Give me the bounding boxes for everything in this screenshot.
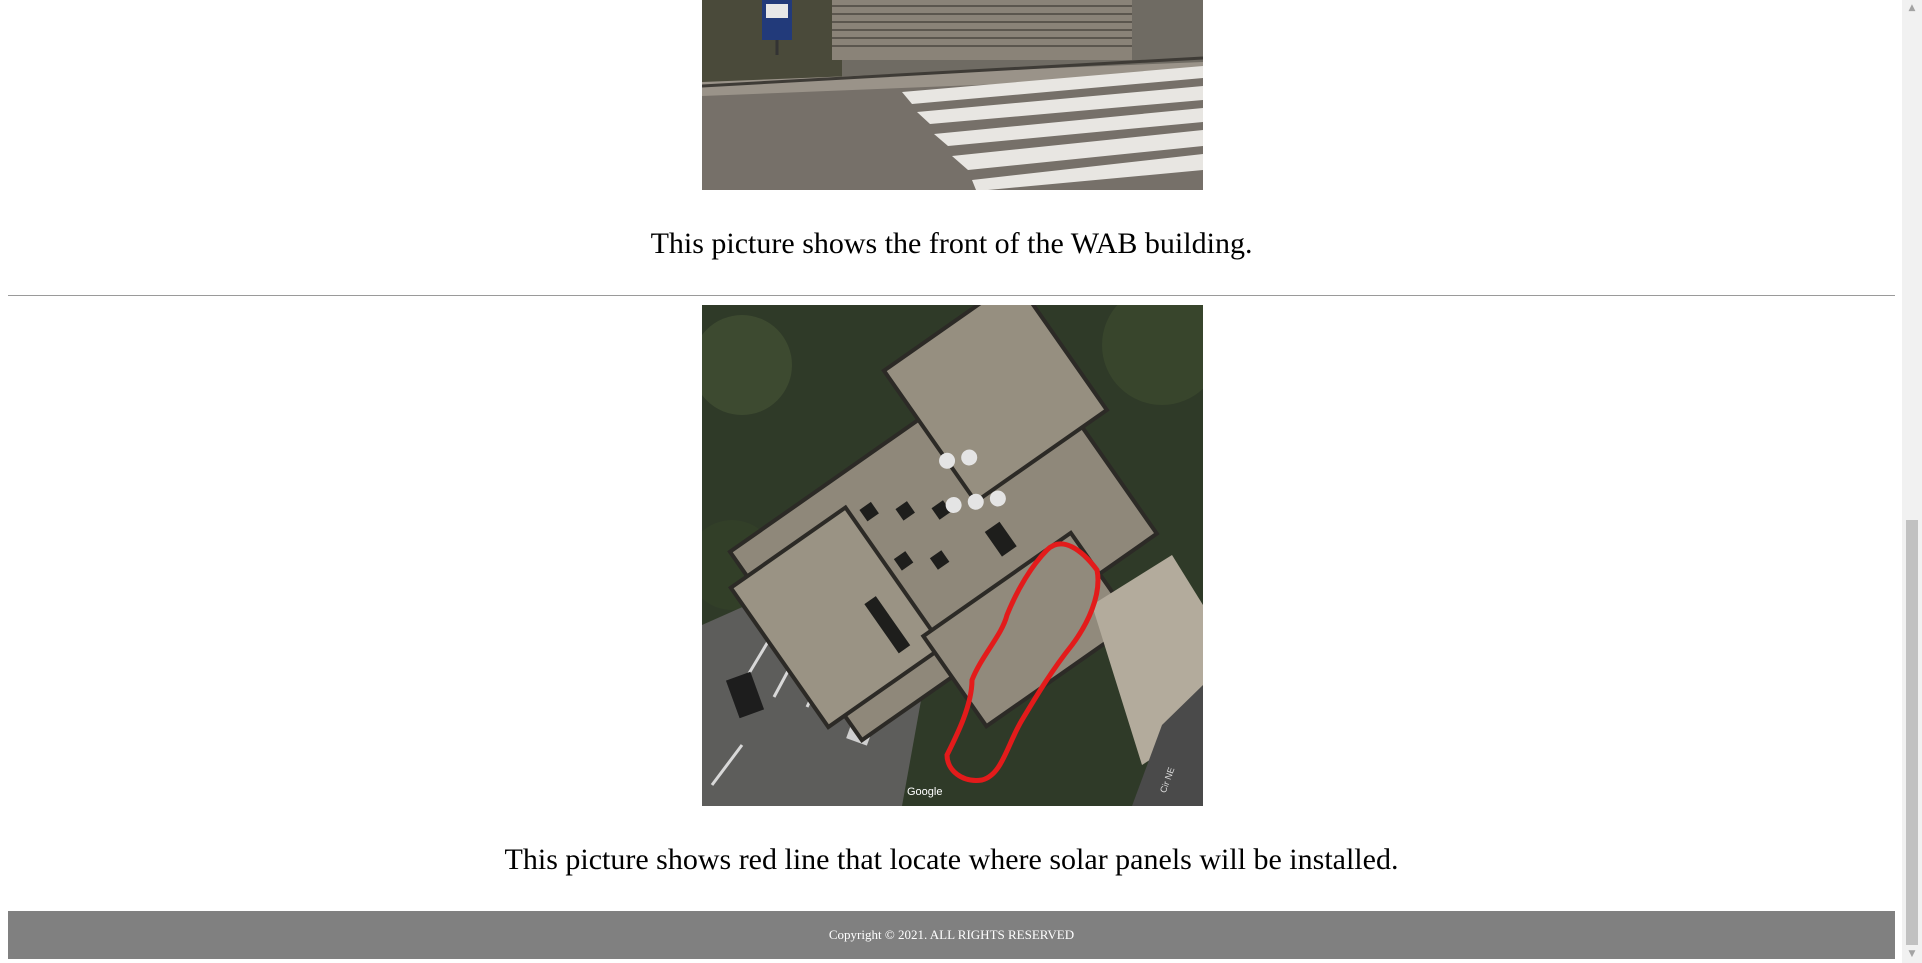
footer-copyright: Copyright © 2021. ALL RIGHTS RESERVED xyxy=(828,927,1075,942)
page-footer: Copyright © 2021. ALL RIGHTS RESERVED xyxy=(8,911,1895,959)
map-attribution: Google xyxy=(907,786,943,798)
scroll-down-arrow-icon[interactable]: ▼ xyxy=(1902,946,1922,963)
section-divider xyxy=(8,295,1895,296)
wab-roof-aerial-photo: Google Cir NE xyxy=(702,305,1203,806)
scroll-up-arrow-icon[interactable]: ▲ xyxy=(1902,0,1922,17)
page-viewport: This picture shows the front of the WAB … xyxy=(0,0,1902,963)
vertical-scrollbar[interactable]: ▲ ▼ xyxy=(1902,0,1922,963)
front-photo-caption: This picture shows the front of the WAB … xyxy=(650,227,1253,260)
wab-front-photo xyxy=(702,0,1203,190)
roof-photo-caption: This picture shows red line that locate … xyxy=(504,843,1399,876)
scroll-thumb[interactable] xyxy=(1906,520,1918,945)
